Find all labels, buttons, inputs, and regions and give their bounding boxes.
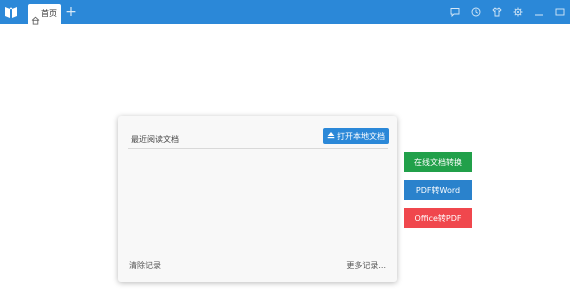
tab-home-label: 首页 (41, 9, 57, 18)
book-icon (4, 4, 18, 18)
panel-title: 最近阅读文档 (131, 135, 179, 144)
office-to-pdf-button[interactable]: Office转PDF (404, 208, 472, 228)
open-local-document-button[interactable]: 打开本地文档 (323, 128, 389, 144)
open-local-document-label: 打开本地文档 (337, 131, 385, 141)
online-convert-button[interactable]: 在线文档转换 (404, 152, 472, 172)
eject-icon (327, 131, 335, 141)
maximize-icon[interactable] (549, 0, 570, 24)
title-bar: 首页 + (0, 0, 570, 25)
divider (128, 148, 388, 149)
home-icon (31, 10, 40, 25)
recent-documents-panel: 最近阅读文档 打开本地文档 清除记录 更多记录... (118, 116, 397, 282)
pdf-to-word-button[interactable]: PDF转Word (404, 180, 472, 200)
clock-icon[interactable] (465, 0, 486, 24)
add-tab-button[interactable]: + (64, 4, 78, 20)
gear-icon[interactable] (507, 0, 528, 24)
tab-home[interactable]: 首页 (28, 4, 61, 25)
chat-icon[interactable] (444, 0, 465, 24)
window-controls (444, 0, 570, 24)
more-records-link[interactable]: 更多记录... (346, 260, 386, 271)
minimize-icon[interactable] (528, 0, 549, 24)
clear-records-link[interactable]: 清除记录 (129, 260, 161, 271)
shirt-icon[interactable] (486, 0, 507, 24)
